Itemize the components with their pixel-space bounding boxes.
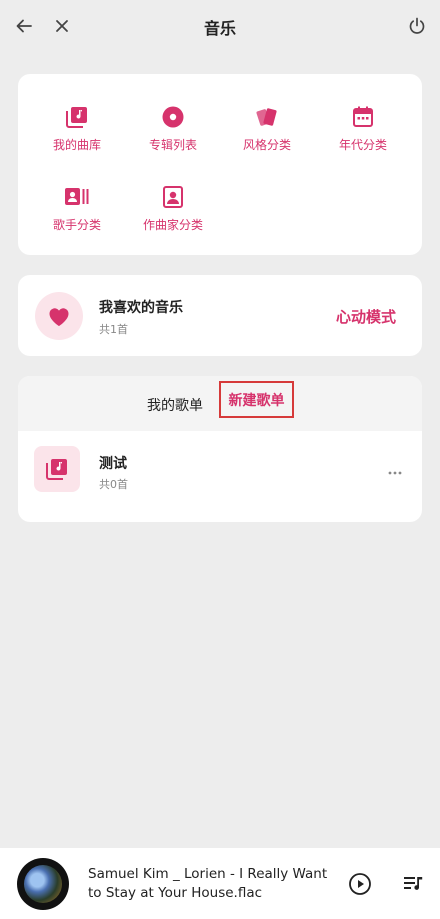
playlist-queue-icon[interactable] — [403, 874, 425, 894]
favorites-card[interactable]: 我喜欢的音乐 共1首 心动模式 — [18, 275, 422, 356]
mini-player[interactable]: Samuel Kim _ Lorien - I Really Want to S… — [0, 848, 440, 919]
playlist-name: 测试 — [99, 456, 127, 472]
category-eras[interactable]: 年代分类 — [318, 104, 408, 153]
music-library-icon — [64, 104, 90, 130]
tab-my-playlists[interactable]: 我的歌单 — [147, 395, 203, 415]
category-label: 作曲家分类 — [142, 218, 203, 232]
new-playlist-button[interactable]: 新建歌单 — [219, 381, 294, 418]
play-circle-icon[interactable] — [348, 872, 372, 896]
category-label: 年代分类 — [338, 138, 387, 152]
heartbeat-mode-button[interactable]: 心动模式 — [336, 306, 396, 327]
category-label: 我的曲库 — [52, 138, 101, 152]
music-note-icon — [34, 446, 80, 492]
album-cover — [17, 858, 69, 910]
category-artists[interactable]: 歌手分类 — [32, 184, 122, 233]
composer-portrait-icon — [160, 184, 186, 210]
calendar-icon — [350, 104, 376, 130]
category-label: 风格分类 — [242, 138, 291, 152]
more-options-icon[interactable] — [388, 460, 402, 475]
category-label: 专辑列表 — [148, 138, 197, 152]
playlists-card: 我的歌单 新建歌单 测试 共0首 — [18, 376, 422, 522]
category-composers[interactable]: 作曲家分类 — [128, 184, 218, 233]
favorites-count: 共1首 — [99, 323, 128, 336]
category-label: 歌手分类 — [52, 218, 101, 232]
track-title: Samuel Kim _ Lorien - I Really Want to S… — [88, 866, 328, 901]
page-title: 音乐 — [203, 19, 236, 38]
category-albums[interactable]: 专辑列表 — [128, 104, 218, 153]
playlist-count: 共0首 — [99, 478, 128, 491]
category-styles[interactable]: 风格分类 — [222, 104, 312, 153]
playlists-header: 我的歌单 新建歌单 — [18, 376, 422, 431]
category-card: 我的曲库 专辑列表 风格分类 年代分类 歌手分类 作曲家分类 — [18, 74, 422, 255]
favorites-title: 我喜欢的音乐 — [99, 300, 183, 316]
heart-icon — [35, 292, 83, 340]
category-my-library[interactable]: 我的曲库 — [32, 104, 122, 153]
power-icon[interactable] — [405, 14, 429, 38]
top-bar: 音乐 — [0, 0, 440, 52]
artist-card-icon — [64, 184, 90, 210]
album-disc-icon — [160, 104, 186, 130]
style-cards-icon — [254, 104, 280, 130]
